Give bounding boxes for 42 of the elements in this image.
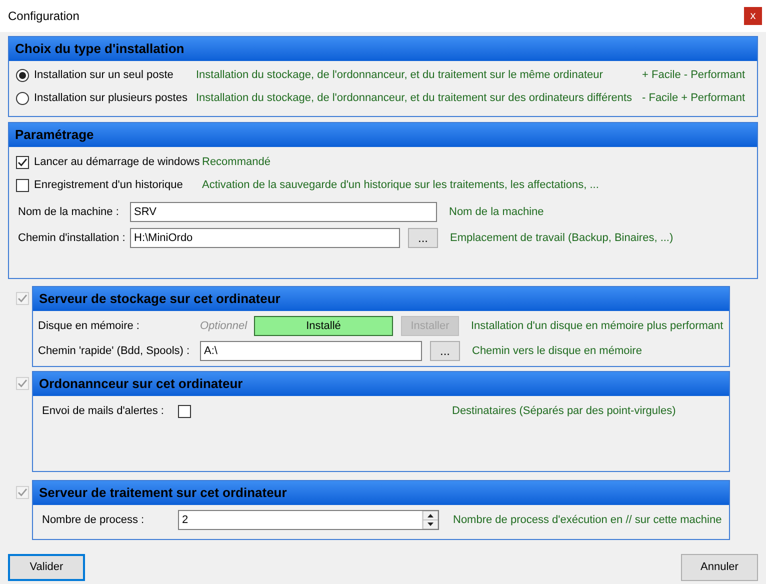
spinner-arrows-icon[interactable] bbox=[422, 511, 438, 529]
tradeoff-text: - Facile + Performant bbox=[642, 90, 746, 106]
field-label: Envoi de mails d'alertes : bbox=[42, 404, 165, 419]
panel-title: Ordonannceur sur cet ordinateur bbox=[39, 375, 243, 394]
text-field[interactable]: SRV bbox=[130, 202, 437, 222]
field-label: Chemin d'installation : bbox=[18, 230, 126, 246]
field-label: Nom de la machine : bbox=[18, 204, 120, 220]
dialog-button[interactable]: Annuler bbox=[681, 554, 758, 581]
field-label: Enregistrement d'un historique bbox=[34, 178, 184, 193]
checkbox[interactable] bbox=[16, 178, 29, 192]
radio-button[interactable] bbox=[16, 68, 29, 82]
tradeoff-text: + Facile - Performant bbox=[642, 68, 746, 83]
field-label: Chemin 'rapide' (Bdd, Spools) : bbox=[38, 344, 191, 359]
hint-text: Chemin vers le disque en mémoire bbox=[472, 344, 642, 359]
checkbox[interactable] bbox=[16, 156, 29, 168]
hint-text: Installation d'un disque en mémoire plus performant bbox=[471, 318, 724, 334]
close-button[interactable]: x bbox=[744, 7, 762, 25]
hint-text: Nom de la machine bbox=[449, 204, 544, 220]
hint-text: Destinataires (Séparés par des point-virgules) bbox=[452, 404, 676, 419]
hint-text: Activation de la sauvegarde d'un historique sur les traitements, les affectations, ... bbox=[202, 178, 599, 193]
panel-title: Serveur de traitement sur cet ordinateur bbox=[39, 484, 287, 502]
hint-text: Optionnel bbox=[200, 318, 248, 334]
hint-text: Nombre de process d'exécution en // sur cette machine bbox=[453, 512, 722, 528]
field-label: Installation sur plusieurs postes bbox=[34, 90, 188, 106]
spinner-value: 2 bbox=[181, 512, 190, 528]
field-label: Disque en mémoire : bbox=[38, 318, 140, 334]
field-label: Installation sur un seul poste bbox=[34, 68, 174, 83]
browse-button[interactable]: ... bbox=[408, 228, 438, 248]
window-title: Configuration bbox=[8, 8, 80, 25]
hint-text: Recommandé bbox=[202, 154, 270, 170]
dialog-button[interactable]: Valider bbox=[8, 554, 85, 581]
hint-text: Installation du stockage, de l'ordonnanceur, et du traitement sur le même ordinateur bbox=[196, 68, 604, 83]
field-label: Nombre de process : bbox=[42, 512, 146, 528]
status-indicator: Installé bbox=[254, 316, 393, 336]
text-field[interactable]: H:\MiniOrdo bbox=[130, 228, 400, 248]
hint-text: Emplacement de travail (Backup, Binaires, ...) bbox=[450, 230, 674, 246]
panel-title: Paramétrage bbox=[15, 126, 94, 144]
hint-text: Installation du stockage, de l'ordonnanceur, et du traitement sur des ordinateurs différents bbox=[196, 90, 634, 106]
field-label: Lancer au démarrage de windows bbox=[34, 154, 201, 170]
panel-title: Serveur de stockage sur cet ordinateur bbox=[39, 290, 280, 308]
panel-title: Choix du type d'installation bbox=[15, 40, 184, 58]
radio-button[interactable] bbox=[16, 92, 29, 104]
